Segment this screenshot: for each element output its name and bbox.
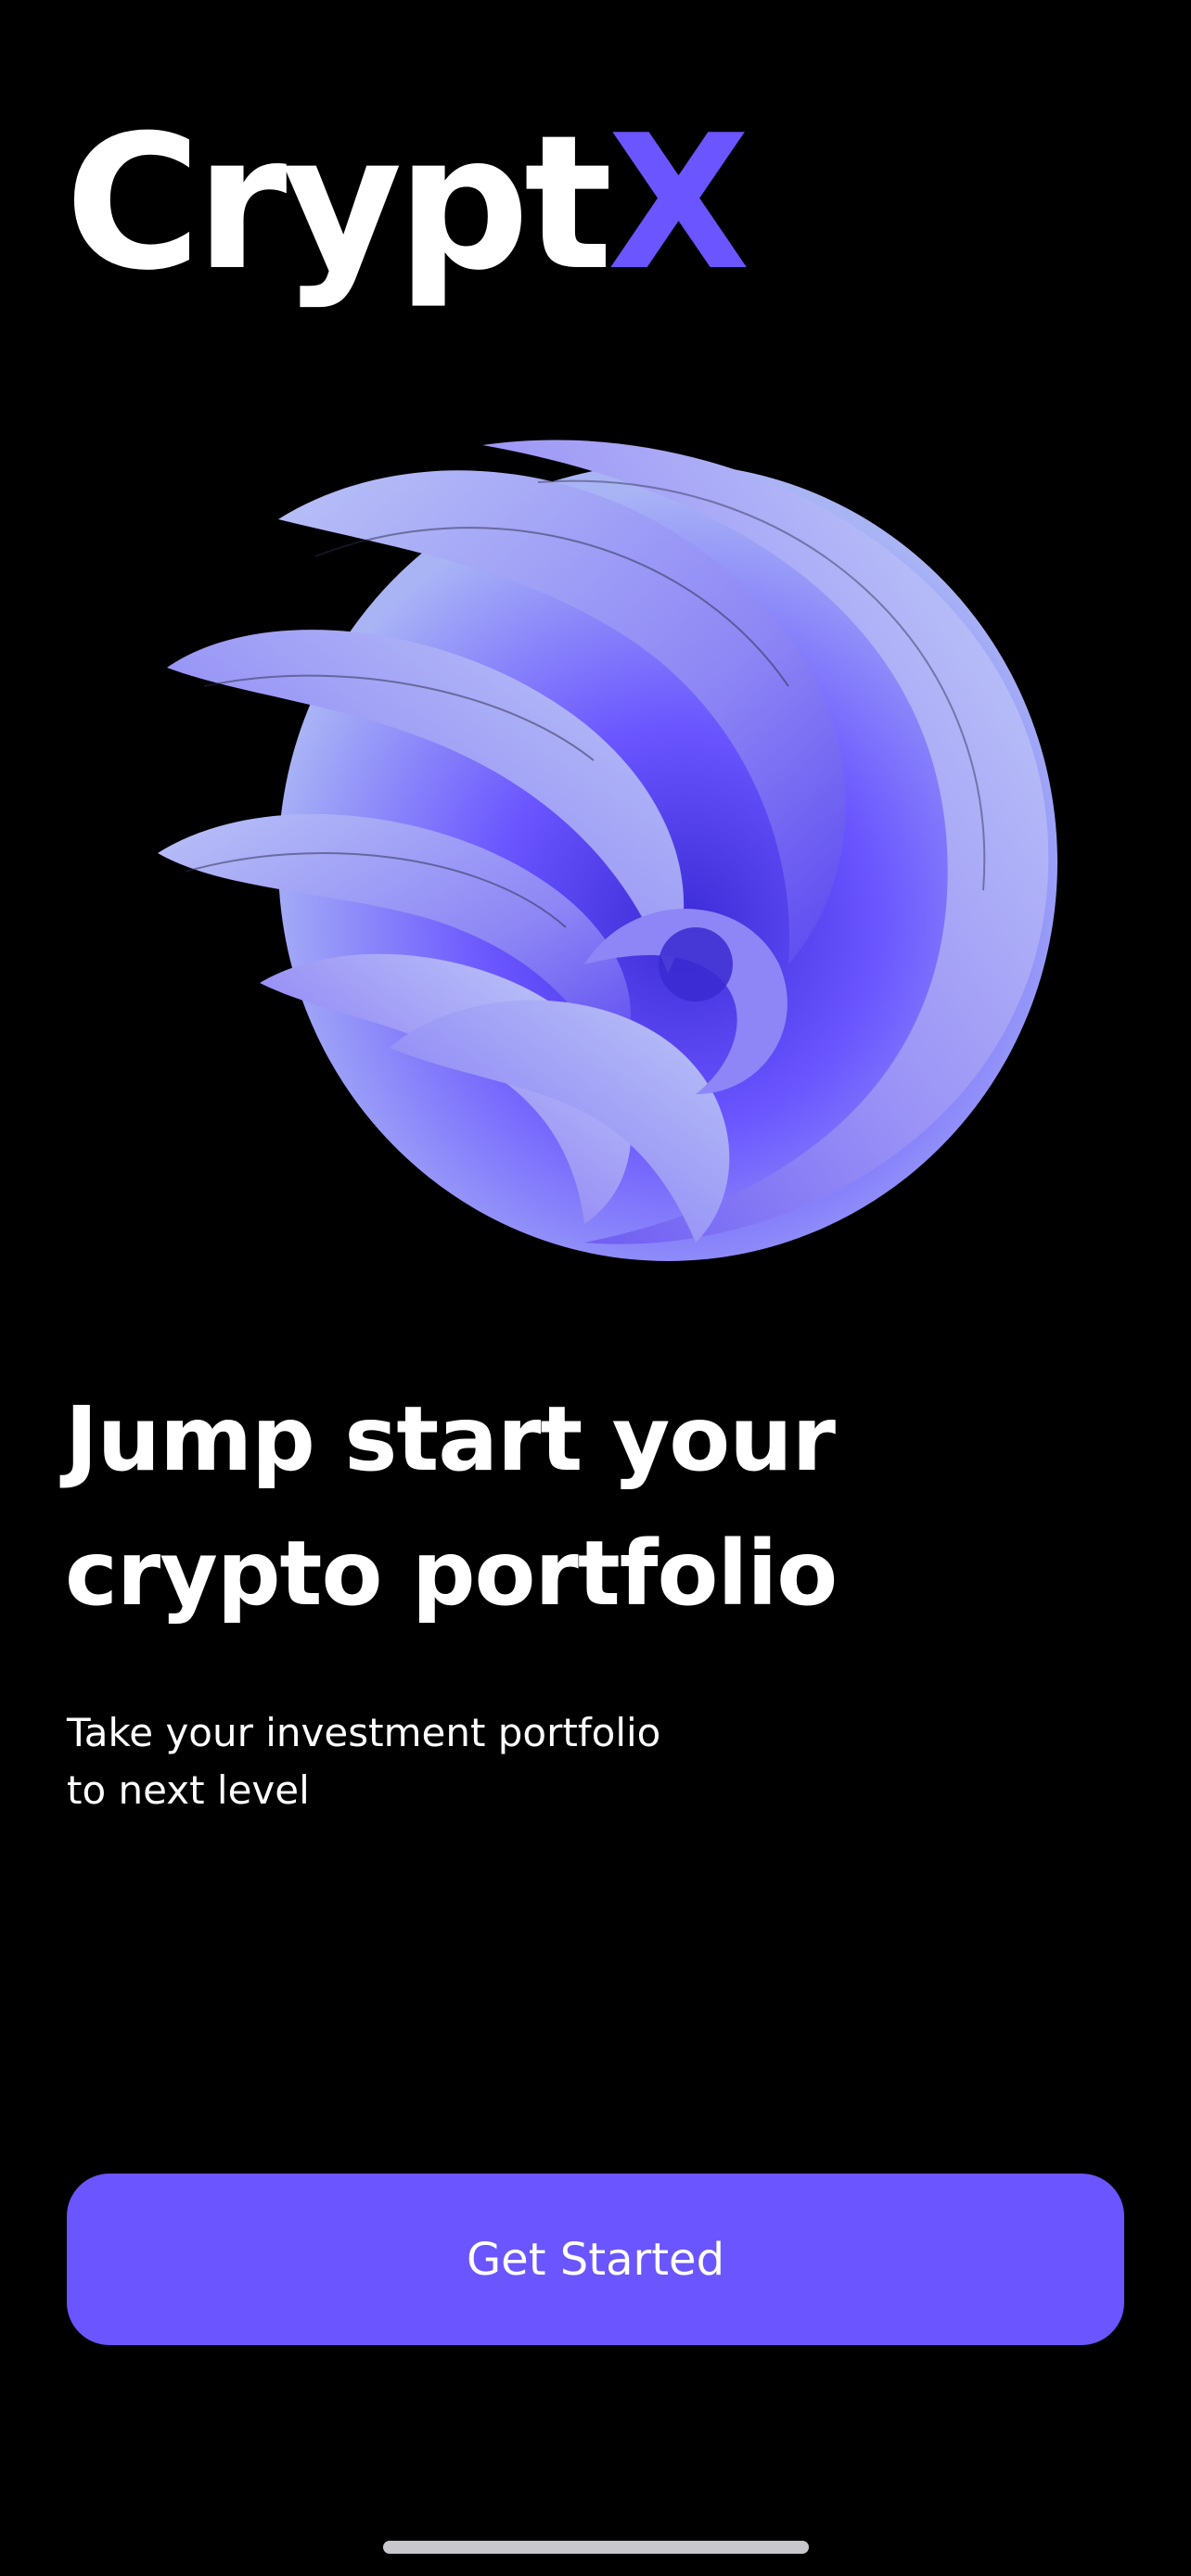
onboarding-subtitle: Take your investment portfolio to next l… <box>67 1704 902 1819</box>
onboarding-headline: Jump start your crypto portfolio <box>65 1372 1085 1641</box>
swirl-center <box>659 927 733 1001</box>
subtitle-line-1: Take your investment portfolio <box>67 1710 661 1755</box>
headline-line-1: Jump start your <box>65 1387 836 1491</box>
home-indicator[interactable] <box>383 2541 809 2554</box>
logo-text-main: Crypt <box>65 96 613 312</box>
hero-illustration <box>148 408 1067 1270</box>
subtitle-line-2: to next level <box>67 1767 310 1813</box>
app-logo: CryptX <box>65 111 750 297</box>
logo-text-accent: X <box>607 96 750 312</box>
get-started-button[interactable]: Get Started <box>67 2174 1124 2345</box>
headline-line-2: crypto portfolio <box>65 1522 838 1626</box>
